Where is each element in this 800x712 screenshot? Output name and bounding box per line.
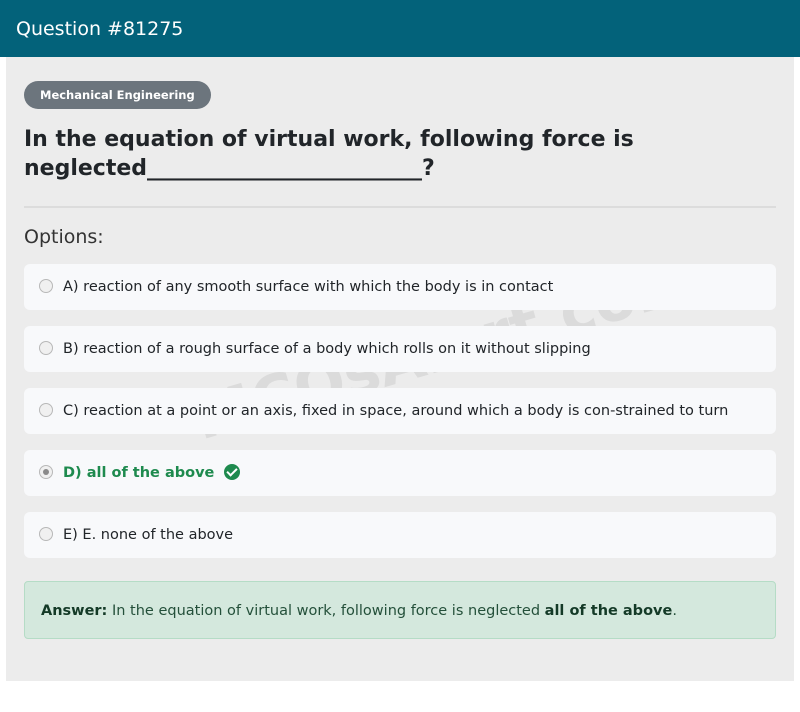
answer-suffix: .: [672, 603, 677, 619]
check-circle-icon: [224, 464, 241, 480]
category-badge[interactable]: Mechanical Engineering: [24, 81, 211, 109]
answer-explanation: Answer: In the equation of virtual work,…: [41, 601, 677, 621]
radio-button-selected[interactable]: [39, 465, 53, 479]
radio-button[interactable]: [39, 527, 53, 541]
option-c[interactable]: C) reaction at a point or an axis, fixed…: [24, 388, 776, 434]
radio-button[interactable]: [39, 403, 53, 417]
question-text: In the equation of virtual work, followi…: [24, 127, 634, 181]
option-a[interactable]: A) reaction of any smooth surface with w…: [24, 264, 776, 310]
radio-button[interactable]: [39, 279, 53, 293]
answer-box: Answer: In the equation of virtual work,…: [24, 581, 776, 639]
divider: [24, 206, 776, 208]
option-e[interactable]: E) E. none of the above: [24, 512, 776, 558]
option-label: B) reaction of a rough surface of a body…: [63, 341, 591, 357]
options-heading: Options:: [24, 226, 104, 248]
option-label: A) reaction of any smooth surface with w…: [63, 279, 554, 295]
question-card: MCQsAlert.com Mechanical Engineering In …: [6, 57, 794, 681]
option-b[interactable]: B) reaction of a rough surface of a body…: [24, 326, 776, 372]
option-label-correct: D) all of the above: [63, 462, 241, 484]
option-label-text: D) all of the above: [63, 465, 215, 481]
option-label: E) E. none of the above: [63, 527, 234, 543]
answer-sentence: In the equation of virtual work, followi…: [107, 603, 545, 619]
answer-prefix: Answer:: [41, 603, 108, 619]
page-header: Question #81275: [0, 0, 800, 57]
answer-value: all of the above: [544, 603, 673, 619]
question-number-title: Question #81275: [16, 18, 184, 40]
option-label: C) reaction at a point or an axis, fixed…: [63, 403, 729, 419]
option-d[interactable]: D) all of the above: [24, 450, 776, 496]
radio-button[interactable]: [39, 341, 53, 355]
